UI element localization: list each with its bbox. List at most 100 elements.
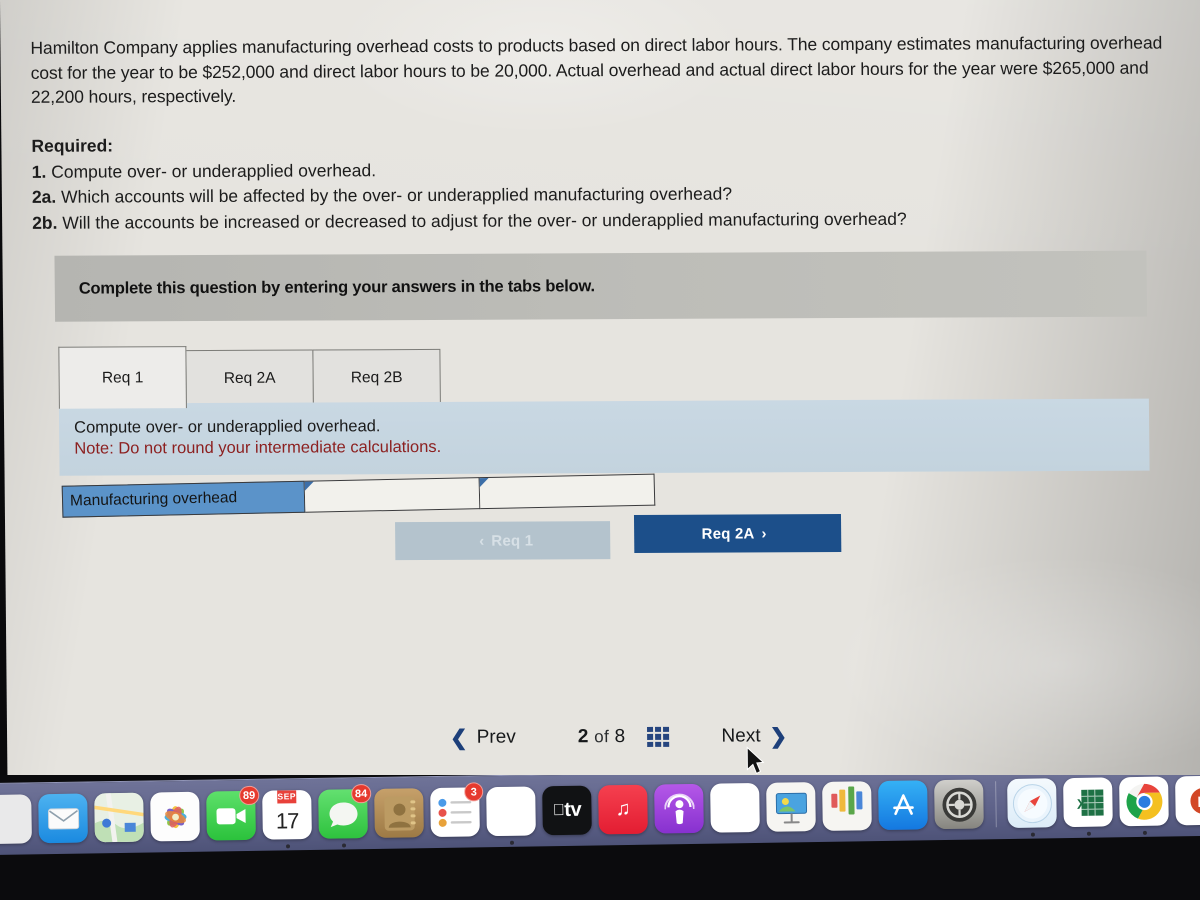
dock-icon-mail[interactable] bbox=[38, 793, 88, 844]
tab-instruction-line: Compute over- or underapplied overhead. bbox=[74, 417, 381, 437]
tab-req-2a-label: Req 2A bbox=[223, 369, 276, 387]
required-item-2b: 2b. Will the accounts be increased or de… bbox=[32, 205, 1152, 236]
svg-text:X: X bbox=[1076, 795, 1086, 811]
chevron-right-icon: › bbox=[761, 524, 767, 542]
pagination-prev-button[interactable]: ❮ Prev bbox=[450, 725, 516, 750]
prev-req-button[interactable]: ‹ Req 1 bbox=[395, 521, 611, 561]
required-item-2b-label: 2b. bbox=[32, 212, 58, 233]
dock-icon-music[interactable]: ♫ bbox=[598, 784, 648, 835]
tab-req-2a[interactable]: Req 2A bbox=[185, 349, 314, 409]
dock-icon-launchpad[interactable] bbox=[0, 794, 32, 845]
grid-icon[interactable] bbox=[647, 726, 670, 747]
tab-req-1-label: Req 1 bbox=[101, 368, 144, 387]
answer-row-label: Manufacturing overhead bbox=[61, 480, 306, 518]
required-item-2a-text: Which accounts will be affected by the o… bbox=[60, 183, 733, 207]
facetime-badge: 89 bbox=[238, 785, 260, 806]
dock-icon-system-settings[interactable] bbox=[934, 779, 984, 830]
macos-dock-area: 89 SEP 17 84 3 tv ♫ N X P bbox=[0, 775, 1200, 900]
cell-marker-icon bbox=[304, 481, 314, 491]
running-indicator bbox=[285, 844, 290, 849]
app-store-icon bbox=[878, 780, 928, 831]
gear-icon bbox=[934, 779, 984, 830]
dock-icon-facetime[interactable]: 89 bbox=[206, 785, 260, 841]
pagination-prev-label: Prev bbox=[476, 726, 516, 748]
dock-icon-photos[interactable] bbox=[150, 791, 200, 842]
pagination-next-button[interactable]: Next ❯ bbox=[721, 724, 787, 749]
answer-input-cell-2[interactable] bbox=[479, 473, 656, 510]
calendar-month: SEP bbox=[277, 790, 297, 804]
podcasts-icon bbox=[654, 783, 704, 834]
required-item-2b-text: Will the accounts be increased or decrea… bbox=[62, 208, 907, 233]
dock-icon-keynote[interactable] bbox=[766, 782, 816, 832]
dock-icon-calendar[interactable]: SEP 17 bbox=[262, 789, 312, 849]
pagination-bar: ❮ Prev 2 of 8 Next ❯ bbox=[450, 714, 830, 760]
dock-icon-reminders[interactable]: 3 bbox=[430, 782, 484, 838]
required-item-1-text: Compute over- or underapplied overhead. bbox=[51, 159, 377, 182]
running-indicator bbox=[1030, 832, 1035, 837]
dock-icon-notes[interactable] bbox=[486, 786, 536, 845]
mail-icon bbox=[38, 793, 88, 844]
excel-icon: X bbox=[1063, 777, 1113, 828]
running-indicator bbox=[341, 843, 346, 848]
chrome-icon bbox=[1119, 776, 1169, 827]
dock-icon-appstore[interactable] bbox=[878, 780, 928, 831]
dock-icon-powerpoint[interactable]: P bbox=[1175, 775, 1200, 826]
answer-input-cell-1[interactable] bbox=[304, 477, 481, 513]
maps-icon bbox=[94, 792, 144, 843]
dock-icon-numbers[interactable] bbox=[822, 781, 872, 831]
dock-icon-podcasts[interactable] bbox=[654, 783, 704, 834]
exercise-page: Hamilton Company applies manufacturing o… bbox=[0, 0, 1200, 790]
contacts-icon bbox=[374, 788, 424, 838]
problem-statement: Hamilton Company applies manufacturing o… bbox=[30, 32, 1163, 107]
next-req-button[interactable]: Req 2A › bbox=[633, 514, 842, 554]
next-req-button-label: Req 2A bbox=[701, 524, 755, 543]
dock-icon-excel[interactable]: X bbox=[1063, 777, 1113, 836]
screen-photo: Hamilton Company applies manufacturing o… bbox=[0, 0, 1200, 900]
required-block: Required: 1. Compute over- or underappli… bbox=[31, 129, 1152, 236]
dock-icon-news[interactable]: N bbox=[710, 782, 760, 833]
safari-compass-icon bbox=[1007, 778, 1057, 829]
keynote-icon bbox=[766, 782, 816, 832]
tab-req-2b[interactable]: Req 2B bbox=[312, 348, 441, 408]
running-indicator bbox=[509, 840, 514, 845]
dock-icon-chrome[interactable] bbox=[1119, 776, 1169, 835]
tab-req-1[interactable]: Req 1 bbox=[58, 346, 187, 409]
req-tab-bar: Req 1 Req 2A Req 2B bbox=[58, 345, 441, 409]
pagination-total: 8 bbox=[614, 726, 626, 748]
pagination-of-word: of bbox=[594, 727, 610, 747]
apple-tv-label: tv bbox=[558, 798, 581, 822]
running-indicator bbox=[1086, 831, 1091, 836]
running-indicator bbox=[1142, 830, 1147, 835]
dock-icon-contacts[interactable] bbox=[374, 788, 424, 838]
dock-icon-tv[interactable]: tv bbox=[542, 785, 592, 836]
complete-question-banner: Complete this question by entering your … bbox=[54, 250, 1148, 322]
macos-dock: 89 SEP 17 84 3 tv ♫ N X P bbox=[0, 775, 1200, 855]
music-note-icon: ♫ bbox=[598, 784, 648, 835]
calendar-icon: SEP 17 bbox=[262, 789, 312, 840]
screen-glare bbox=[825, 553, 1200, 777]
pagination-current: 2 bbox=[577, 726, 589, 748]
apple-tv-icon: tv bbox=[542, 785, 592, 836]
news-icon: N bbox=[710, 782, 760, 833]
tab-instruction-note: Note: Do not round your intermediate cal… bbox=[74, 437, 442, 458]
prev-req-button-label: Req 1 bbox=[491, 531, 534, 550]
required-item-2a-label: 2a. bbox=[31, 186, 57, 207]
pagination-counter: 2 of 8 bbox=[578, 726, 626, 748]
required-item-1-label: 1. bbox=[31, 161, 47, 182]
chevron-left-icon: ❮ bbox=[449, 726, 468, 750]
photos-icon bbox=[150, 791, 200, 842]
answer-table-row: Manufacturing overhead bbox=[61, 473, 656, 518]
calendar-day: 17 bbox=[275, 808, 299, 834]
dock-icon-maps[interactable] bbox=[94, 792, 144, 843]
numbers-icon bbox=[822, 781, 872, 831]
dock-icon-safari[interactable] bbox=[1007, 778, 1057, 837]
launchpad-icon bbox=[0, 794, 32, 845]
notes-icon bbox=[486, 786, 536, 837]
pagination-next-label: Next bbox=[721, 725, 761, 747]
cell-marker-icon bbox=[479, 477, 489, 488]
dock-separator bbox=[994, 780, 997, 827]
complete-question-banner-text: Complete this question by entering your … bbox=[78, 276, 595, 298]
powerpoint-icon: P bbox=[1175, 775, 1200, 826]
reminders-badge: 3 bbox=[464, 782, 484, 802]
dock-icon-messages[interactable]: 84 bbox=[318, 784, 372, 848]
